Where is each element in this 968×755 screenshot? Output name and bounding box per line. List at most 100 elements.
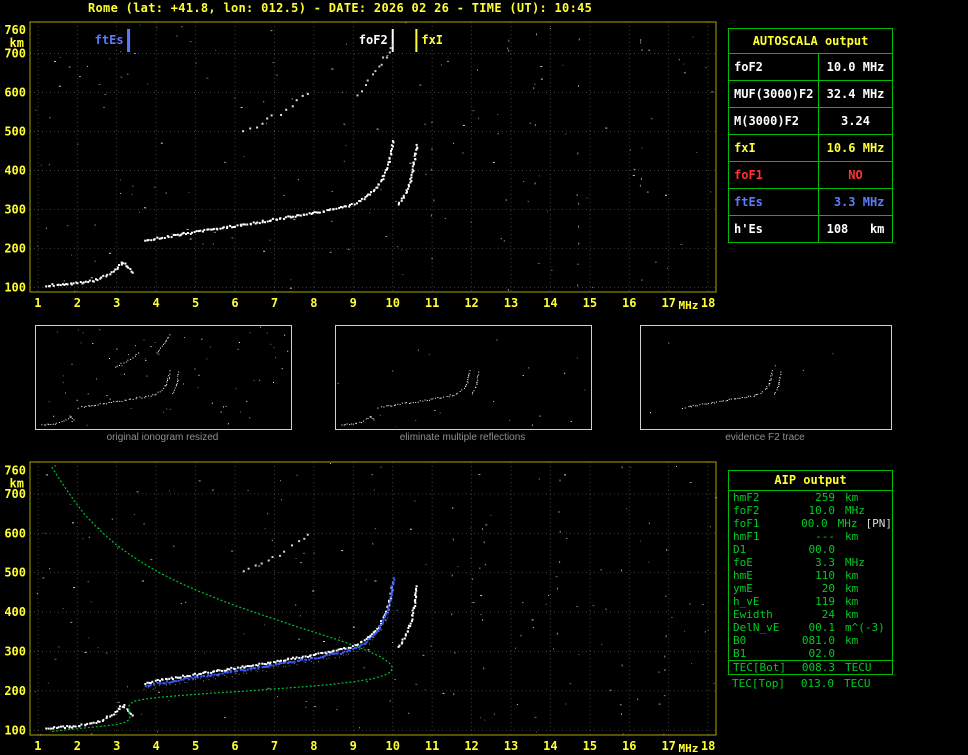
aip-row-value: 081.0	[801, 634, 835, 647]
thumbnail-caption-original: original ionogram resized	[106, 432, 219, 443]
autoscala-row: M(3000)F2 3.24	[729, 107, 892, 134]
thumbnail-eliminate-reflections	[335, 325, 592, 430]
svg-text:ftEs: ftEs	[95, 33, 124, 47]
aip-row: B0 081.0 km	[729, 634, 892, 647]
svg-text:15: 15	[583, 739, 597, 753]
autoscala-row: foF2 10.0 MHz	[729, 53, 892, 80]
svg-text:300: 300	[4, 644, 26, 658]
svg-text:18: 18	[701, 296, 715, 310]
aip-row: Ewidth 24 km	[729, 608, 892, 621]
aip-row-unit: MHz	[845, 504, 865, 517]
ionogram-plot-bottom: 1 2 3 4 5 6 7 8 9 10 11 12 13 14 15 16 17 18MHz7607006005…	[4, 461, 718, 755]
aip-row-name: ymE	[733, 582, 753, 595]
svg-text:18: 18	[701, 739, 715, 753]
aip-row: D1 00.0	[729, 543, 892, 556]
aip-row-value: 110	[815, 569, 835, 582]
aip-row-name: TEC[Bot]	[733, 661, 786, 674]
aip-row: DelN_vE 00.1 m^(-3)	[729, 621, 892, 634]
aip-row-name: B1	[733, 647, 747, 660]
autoscala-row-label: foF2	[729, 54, 819, 80]
svg-text:MHz: MHz	[678, 299, 698, 312]
autoscala-table-title: AUTOSCALA output	[752, 34, 869, 48]
autoscala-row: h'Es 108 km	[729, 215, 892, 242]
svg-text:400: 400	[4, 605, 26, 619]
svg-text:3: 3	[113, 739, 120, 753]
thumbnail-original-ionogram-image	[41, 326, 290, 426]
aip-row: hmE 110 km	[729, 569, 892, 582]
svg-text:12: 12	[464, 739, 478, 753]
aip-table-title: AIP output	[729, 471, 892, 491]
autoscala-rows: foF2 10.0 MHz MUF(3000)F2 32.4 MHz M(3000)F2…	[729, 53, 892, 242]
svg-text:760: 760	[4, 23, 26, 37]
aip-row-unit: MHz	[845, 556, 865, 569]
aip-row-value: 20	[821, 582, 835, 595]
svg-text:17: 17	[661, 739, 675, 753]
aip-row-name: TEC[Top]	[732, 677, 785, 690]
svg-text:400: 400	[4, 163, 26, 177]
aip-row-unit: km	[845, 530, 859, 543]
autoscala-row-value: 32.4 MHz	[826, 87, 885, 101]
aip-row-unit: km	[845, 608, 859, 621]
autoscala-row-label: fxI	[729, 135, 819, 161]
aip-row-value: 259	[815, 491, 835, 504]
thumbnail-eliminate-reflections-image	[337, 339, 586, 428]
aip-row-unit: TECU	[844, 677, 871, 690]
aip-row: B1 02.0	[729, 647, 892, 660]
svg-text:4: 4	[153, 739, 160, 753]
aip-row-unit: km	[845, 491, 859, 504]
svg-text:300: 300	[4, 202, 26, 216]
svg-text:2: 2	[74, 739, 81, 753]
aip-row-value: 013.0	[800, 677, 834, 690]
svg-text:15: 15	[583, 296, 597, 310]
svg-text:14: 14	[543, 296, 557, 310]
autoscala-row-label: h'Es	[729, 216, 819, 242]
thumbnail-original-ionogram	[35, 325, 292, 430]
aip-row-unit: TECU	[845, 661, 872, 674]
aip-row-name: hmE	[733, 569, 753, 582]
svg-text:13: 13	[504, 739, 518, 753]
svg-text:500: 500	[4, 124, 26, 138]
svg-text:1: 1	[34, 296, 41, 310]
svg-text:2: 2	[74, 296, 81, 310]
autoscala-screen: Rome (lat: +41.8, lon: 012.5) - DATE: 20…	[0, 0, 968, 755]
aip-row-name: B0	[733, 634, 747, 647]
svg-text:16: 16	[622, 296, 636, 310]
aip-row-name: hmF1	[733, 530, 760, 543]
svg-text:MHz: MHz	[678, 742, 698, 755]
aip-row-value: 00.0	[801, 517, 828, 530]
aip-row: foE 3.3 MHz	[729, 556, 892, 569]
thumbnail-caption-evidence: evidence F2 trace	[725, 432, 805, 443]
svg-text:fxI: fxI	[421, 33, 443, 47]
autoscala-row: MUF(3000)F2 32.4 MHz	[729, 80, 892, 107]
svg-text:16: 16	[622, 739, 636, 753]
aip-row-unit: m^(-3)	[845, 621, 885, 634]
svg-text:11: 11	[425, 739, 439, 753]
autoscala-row-value: 3.24	[841, 114, 870, 128]
aip-row-value: 10.0	[808, 504, 836, 517]
aip-row-value: 119	[815, 595, 835, 608]
aip-row-name: DelN_vE	[733, 621, 780, 634]
aip-row-value: 24	[821, 608, 835, 621]
autoscala-row: fxI 10.6 MHz	[729, 134, 892, 161]
autoscala-row-value: 10.0 MHz	[826, 60, 885, 74]
svg-text:600: 600	[4, 86, 26, 100]
aip-row-value: 00.0	[808, 543, 836, 556]
aip-row-value: 008.3	[801, 661, 835, 674]
aip-row-unit: km	[845, 582, 859, 595]
svg-text:km: km	[10, 476, 24, 490]
aip-row: hmF2 259 km	[729, 491, 892, 504]
aip-row-name: hmF2	[733, 491, 760, 504]
svg-text:13: 13	[504, 296, 518, 310]
autoscala-row-label: MUF(3000)F2	[729, 81, 819, 107]
svg-text:8: 8	[310, 739, 317, 753]
svg-text:14: 14	[543, 739, 557, 753]
aip-row-value: 3.3	[815, 556, 835, 569]
autoscala-row: foF1 NO	[729, 161, 892, 188]
svg-text:10: 10	[385, 296, 399, 310]
aip-row-unit	[835, 647, 845, 660]
aip-row: ymE 20 km	[729, 582, 892, 595]
aip-row: TEC[Bot] 008.3 TECU	[729, 660, 892, 674]
svg-text:foF2: foF2	[359, 33, 388, 47]
ionogram-plot-top: 1 2 3 4 5 6 7 8 9 10 11 12 13 14 15 16 17 18MHz7607006005…	[4, 21, 717, 312]
svg-text:3: 3	[113, 296, 120, 310]
